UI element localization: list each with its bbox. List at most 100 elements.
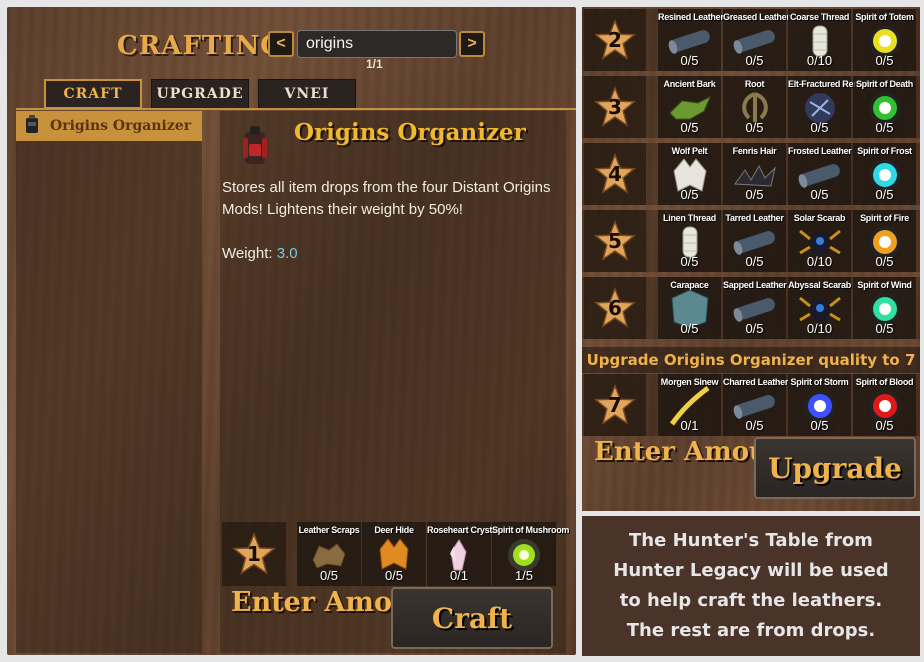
requirement-slot: Frosted Leather 0/5 bbox=[788, 143, 852, 205]
requirement-name: Linen Thread bbox=[663, 213, 716, 223]
requirement-name: Spirit of Mushroom bbox=[492, 525, 570, 535]
crafting-title: CRAFTING bbox=[117, 31, 284, 61]
upgrade-row: 7 Morgen Sinew 0/1 Charred Leather 0/5 Spirit… bbox=[582, 374, 920, 436]
requirement-count: 0/5 bbox=[745, 120, 764, 135]
backpack-icon bbox=[24, 114, 40, 139]
requirement-slot: Spirit of Frost 0/5 bbox=[853, 143, 916, 205]
requirement-slot: Linen Thread 0/5 bbox=[658, 210, 721, 272]
backpack-icon bbox=[239, 124, 271, 173]
requirement-count: 0/5 bbox=[680, 254, 699, 269]
caption-line: The rest are from drops. bbox=[626, 620, 876, 641]
requirement-slot: Spirit of Wind 0/5 bbox=[853, 277, 916, 339]
requirement-count: 0/1 bbox=[449, 568, 469, 583]
tab-upgrade[interactable]: UPGRADE bbox=[151, 79, 249, 109]
requirement-slot: Sapped Leather 0/5 bbox=[723, 277, 787, 339]
quality-star: 5 bbox=[584, 210, 646, 272]
search-input[interactable] bbox=[297, 30, 457, 58]
upgrade-row: 2 Resined Leather 0/5 Greased Leather 0/5 Coa… bbox=[582, 9, 920, 71]
requirement-count: 0/5 bbox=[745, 418, 764, 433]
requirement-slot: Roseheart Crystal 0/1 bbox=[427, 522, 499, 586]
requirement-count: 0/5 bbox=[875, 187, 894, 202]
upgrade-row: 5 Linen Thread 0/5 Tarred Leather 0/5 Solar S… bbox=[582, 210, 920, 272]
requirement-name: Elt-Fractured Remains bbox=[788, 79, 878, 89]
upgrade-row: 3 Ancient Bark 0/5 Root 0/5 Elt-Fractured Rem… bbox=[582, 76, 920, 138]
requirement-slot: Abyssal Scarab 0/10 bbox=[788, 277, 851, 339]
requirement-slot: Root 0/5 bbox=[723, 76, 786, 138]
requirement-slot: Spirit of Totem 0/5 bbox=[853, 9, 916, 71]
weight-label: Weight: bbox=[222, 245, 273, 262]
requirement-count: 0/5 bbox=[810, 187, 829, 202]
quality-level: 3 bbox=[608, 95, 622, 119]
requirement-name: Ancient Bark bbox=[663, 79, 716, 89]
requirement-count: 0/5 bbox=[680, 53, 699, 68]
leather-scraps-icon bbox=[312, 543, 346, 569]
requirement-count: 0/5 bbox=[875, 120, 894, 135]
requirement-count: 0/5 bbox=[745, 321, 764, 336]
requirement-name: Spirit of Totem bbox=[855, 12, 914, 22]
requirement-slot: Solar Scarab 0/10 bbox=[788, 210, 851, 272]
requirement-slot: Greased Leather 0/5 bbox=[723, 9, 790, 71]
requirement-name: Abyssal Scarab bbox=[788, 280, 851, 290]
caption-line: Hunter Legacy will be used bbox=[613, 560, 889, 581]
requirement-slot: Charred Leather 0/5 bbox=[723, 374, 788, 436]
tab-vnei[interactable]: VNEI bbox=[258, 79, 356, 109]
requirement-slot: Elt-Fractured Remains 0/5 bbox=[788, 76, 878, 138]
quality-star: 7 bbox=[584, 374, 646, 436]
prev-page-button[interactable]: < bbox=[268, 31, 294, 57]
requirement-name: Roseheart Crystal bbox=[427, 525, 499, 535]
upgrade-button[interactable]: Upgrade bbox=[754, 437, 916, 499]
requirement-slot: Spirit of Blood 0/5 bbox=[853, 374, 916, 436]
requirement-count: 0/5 bbox=[875, 321, 894, 336]
requirement-count: 0/5 bbox=[745, 53, 764, 68]
tab-underline bbox=[16, 108, 576, 110]
requirement-name: Coarse Thread bbox=[789, 12, 850, 22]
requirement-name: Spirit of Storm bbox=[790, 377, 849, 387]
list-item[interactable]: Origins Organizer bbox=[16, 111, 202, 141]
requirement-slot: Tarred Leather 0/5 bbox=[723, 210, 786, 272]
quality-level: 2 bbox=[608, 28, 622, 52]
requirement-count: 0/5 bbox=[319, 568, 339, 583]
requirement-count: 0/5 bbox=[745, 187, 764, 202]
upgrade-banner: Upgrade Origins Organizer quality to 7 bbox=[582, 347, 920, 373]
requirement-slot: Fenris Hair 0/5 bbox=[723, 143, 786, 205]
requirement-count: 0/5 bbox=[680, 120, 699, 135]
item-description: Stores all item drops from the four Dist… bbox=[222, 179, 551, 218]
quality-level: 4 bbox=[608, 162, 622, 186]
craft-button[interactable]: Craft bbox=[391, 587, 553, 649]
requirement-slot: Carapace 0/5 bbox=[658, 277, 721, 339]
requirement-name: Sapped Leather bbox=[723, 280, 787, 290]
requirement-slot: Leather Scraps 0/5 bbox=[297, 522, 361, 586]
tab-craft[interactable]: CRAFT bbox=[44, 79, 142, 109]
requirement-slot: Wolf Pelt 0/5 bbox=[658, 143, 721, 205]
requirement-name: Solar Scarab bbox=[793, 213, 846, 223]
requirement-slot: Deer Hide 0/5 bbox=[362, 522, 426, 586]
requirement-name: Root bbox=[744, 79, 765, 89]
requirement-name: Tarred Leather bbox=[725, 213, 784, 223]
requirement-slot: Morgen Sinew 0/1 bbox=[658, 374, 721, 436]
requirement-name: Spirit of Wind bbox=[857, 280, 912, 290]
caption-line: to help craft the leathers. bbox=[619, 590, 883, 611]
upgrade-panel: 2 Resined Leather 0/5 Greased Leather 0/5 Coa… bbox=[582, 7, 920, 511]
requirement-name: Spirit of Fire bbox=[860, 213, 909, 223]
requirement-count: 0/5 bbox=[810, 418, 829, 433]
requirement-name: Deer Hide bbox=[374, 525, 414, 535]
requirement-count: 0/10 bbox=[806, 254, 833, 269]
requirement-name: Fenris Hair bbox=[732, 146, 777, 156]
upgrade-row: 4 Wolf Pelt 0/5 Fenris Hair 0/5 Frosted Leath… bbox=[582, 143, 920, 205]
requirement-count: 0/1 bbox=[680, 418, 699, 433]
quality-star: 2 bbox=[584, 9, 646, 71]
requirement-name: Frosted Leather bbox=[788, 146, 852, 156]
requirement-name: Spirit of Frost bbox=[857, 146, 912, 156]
quality-star: 1 bbox=[222, 522, 286, 586]
requirement-count: 0/5 bbox=[680, 321, 699, 336]
requirement-name: Greased Leather bbox=[723, 12, 790, 22]
next-page-button[interactable]: > bbox=[459, 31, 485, 57]
caption-box: The Hunter's Table from Hunter Legacy wi… bbox=[582, 516, 920, 656]
requirement-count: 0/5 bbox=[875, 254, 894, 269]
requirement-count: 0/5 bbox=[810, 120, 829, 135]
requirement-count: 0/5 bbox=[875, 418, 894, 433]
requirement-count: 0/5 bbox=[745, 254, 764, 269]
requirement-count: 0/10 bbox=[806, 53, 833, 68]
requirement-count: 0/5 bbox=[384, 568, 404, 583]
requirement-slot: Coarse Thread 0/10 bbox=[788, 9, 851, 71]
